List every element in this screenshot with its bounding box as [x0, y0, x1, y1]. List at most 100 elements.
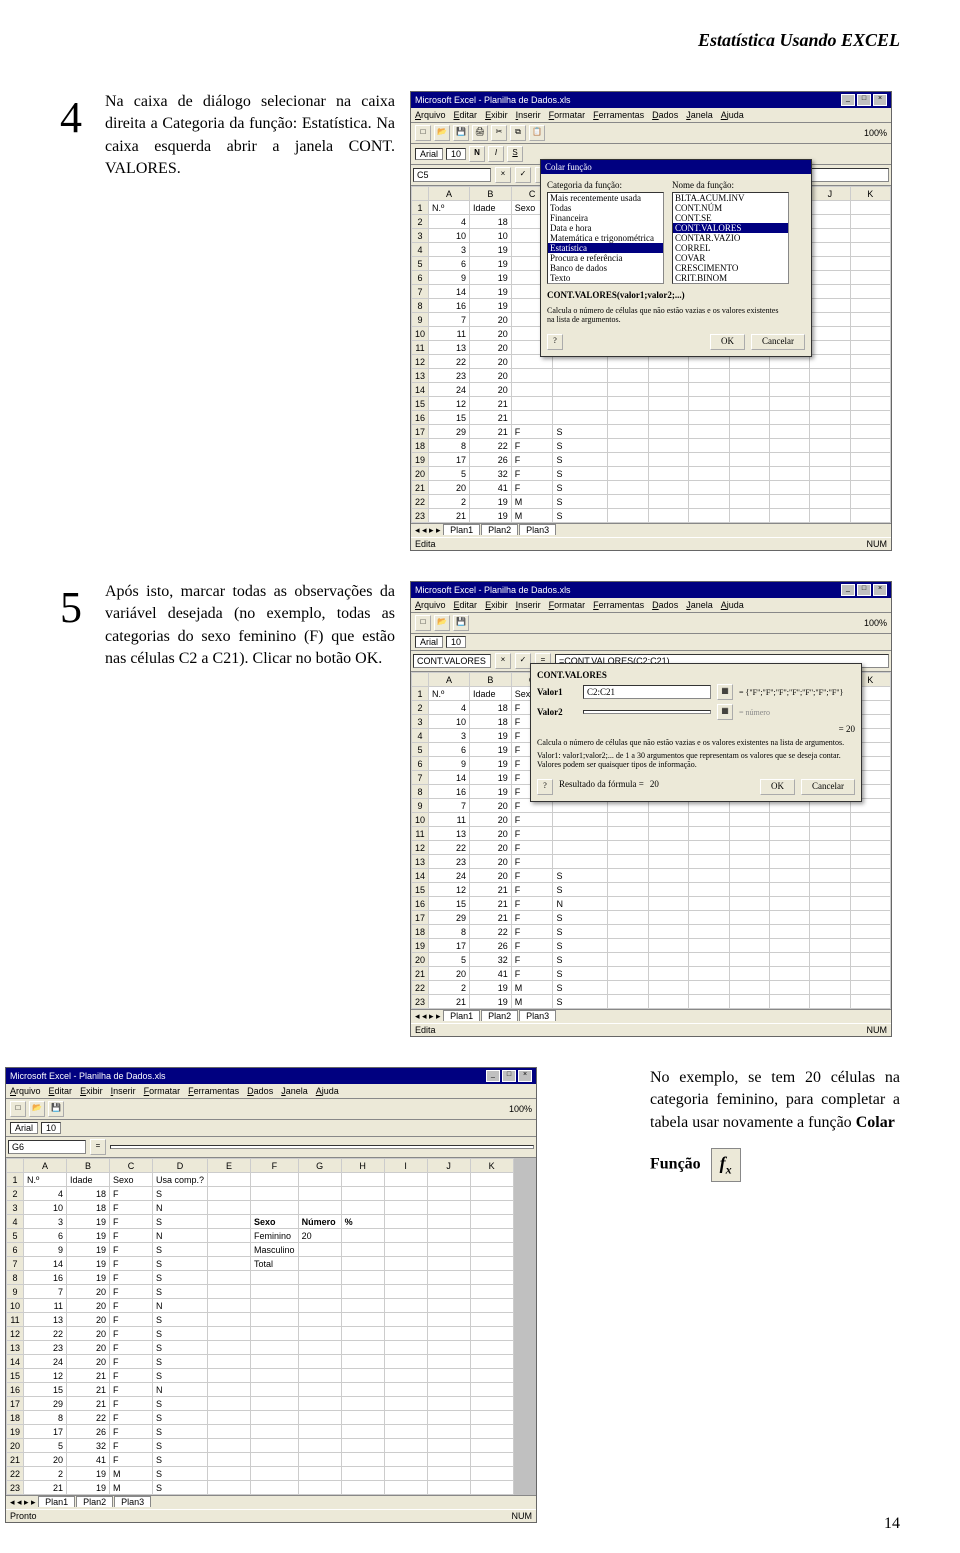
cell[interactable] — [729, 953, 769, 967]
cell[interactable] — [850, 271, 890, 285]
cell[interactable] — [511, 369, 553, 383]
cell[interactable] — [251, 1341, 299, 1355]
function-option[interactable]: CONT.NÚM — [673, 203, 788, 213]
cell[interactable]: F — [511, 453, 553, 467]
cell[interactable] — [810, 355, 850, 369]
cell[interactable]: 3 — [429, 243, 470, 257]
cell[interactable] — [384, 1243, 427, 1257]
row-header[interactable]: 15 — [412, 397, 429, 411]
cell[interactable]: M — [511, 981, 553, 995]
cell[interactable] — [298, 1285, 341, 1299]
cell[interactable] — [850, 509, 890, 523]
cell[interactable] — [470, 1383, 513, 1397]
row-header[interactable]: 5 — [412, 257, 429, 271]
cell[interactable]: 5 — [429, 953, 470, 967]
cell[interactable]: 21 — [67, 1383, 110, 1397]
cell[interactable]: 21 — [469, 397, 511, 411]
cell[interactable] — [298, 1341, 341, 1355]
cell[interactable]: 8 — [429, 439, 470, 453]
cell[interactable] — [729, 841, 769, 855]
copy-icon[interactable]: ⧉ — [510, 125, 526, 141]
cell[interactable]: 7 — [24, 1285, 67, 1299]
cell[interactable]: F — [110, 1215, 153, 1229]
cell[interactable]: F — [511, 467, 553, 481]
cell[interactable] — [298, 1257, 341, 1271]
cell[interactable] — [427, 1201, 470, 1215]
cell[interactable] — [470, 1243, 513, 1257]
cell[interactable]: M — [511, 995, 553, 1009]
cell[interactable] — [810, 369, 850, 383]
cell[interactable] — [729, 981, 769, 995]
cell[interactable] — [648, 953, 688, 967]
cell[interactable]: F — [511, 481, 553, 495]
open-icon[interactable]: 📂 — [434, 125, 450, 141]
cell[interactable] — [689, 911, 729, 925]
cell[interactable]: 24 — [24, 1355, 67, 1369]
minimize-icon[interactable]: _ — [841, 584, 855, 596]
cell[interactable]: 18 — [469, 215, 511, 229]
cell[interactable] — [770, 869, 810, 883]
cell[interactable]: S — [153, 1425, 208, 1439]
column-header[interactable]: A — [24, 1159, 67, 1173]
cell[interactable] — [384, 1467, 427, 1481]
cell[interactable] — [608, 813, 648, 827]
cell[interactable]: 20 — [469, 869, 511, 883]
cell[interactable]: 17 — [429, 453, 470, 467]
cell[interactable] — [648, 467, 688, 481]
cell[interactable] — [810, 341, 850, 355]
cell[interactable] — [648, 369, 688, 383]
row-header[interactable]: 23 — [412, 995, 429, 1009]
row-header[interactable]: 20 — [7, 1439, 24, 1453]
cell[interactable]: 21 — [469, 911, 511, 925]
menu-item[interactable]: Exibir — [485, 600, 508, 610]
cell[interactable] — [810, 911, 850, 925]
cell[interactable]: Total — [251, 1257, 299, 1271]
cell[interactable]: 22 — [469, 439, 511, 453]
cell[interactable] — [251, 1439, 299, 1453]
cell[interactable]: 19 — [469, 743, 511, 757]
cell[interactable]: 18 — [67, 1201, 110, 1215]
function-option[interactable]: CONT.VALORES — [673, 223, 788, 233]
cell[interactable]: 20 — [469, 355, 511, 369]
cell[interactable]: 21 — [469, 425, 511, 439]
row-header[interactable]: 13 — [412, 369, 429, 383]
cell[interactable]: F — [511, 953, 553, 967]
cell[interactable] — [384, 1229, 427, 1243]
open-icon[interactable]: 📂 — [434, 615, 450, 631]
cell[interactable] — [810, 995, 850, 1009]
category-option[interactable]: Banco de dados — [548, 263, 663, 273]
cell[interactable] — [850, 425, 890, 439]
new-icon[interactable]: □ — [415, 125, 431, 141]
row-header[interactable]: 19 — [412, 453, 429, 467]
sheet-tab[interactable]: Plan3 — [519, 524, 556, 535]
row-header[interactable]: 8 — [412, 785, 429, 799]
maximize-icon[interactable]: □ — [502, 1070, 516, 1082]
cell[interactable] — [427, 1243, 470, 1257]
cell[interactable] — [648, 911, 688, 925]
cell[interactable] — [810, 813, 850, 827]
cell[interactable] — [770, 827, 810, 841]
cell[interactable] — [298, 1299, 341, 1313]
column-header[interactable]: G — [298, 1159, 341, 1173]
cell[interactable] — [208, 1327, 251, 1341]
cell[interactable] — [384, 1327, 427, 1341]
cell[interactable] — [298, 1369, 341, 1383]
row-header[interactable]: 15 — [7, 1369, 24, 1383]
cell[interactable] — [608, 939, 648, 953]
menu-item[interactable]: Exibir — [80, 1086, 103, 1096]
cell[interactable] — [850, 397, 890, 411]
cell[interactable] — [341, 1481, 384, 1495]
cell[interactable] — [251, 1299, 299, 1313]
cell[interactable]: 19 — [469, 271, 511, 285]
cell[interactable] — [810, 509, 850, 523]
cell[interactable] — [608, 481, 648, 495]
cell[interactable] — [770, 453, 810, 467]
format-toolbar[interactable]: Arial 10 — [411, 634, 891, 651]
function-option[interactable]: COVAR — [673, 253, 788, 263]
cell[interactable]: M — [511, 509, 553, 523]
cell[interactable]: S — [553, 953, 608, 967]
cell[interactable] — [427, 1327, 470, 1341]
cell[interactable] — [427, 1341, 470, 1355]
cell[interactable] — [729, 397, 769, 411]
format-toolbar[interactable]: Arial 10 — [6, 1120, 536, 1137]
